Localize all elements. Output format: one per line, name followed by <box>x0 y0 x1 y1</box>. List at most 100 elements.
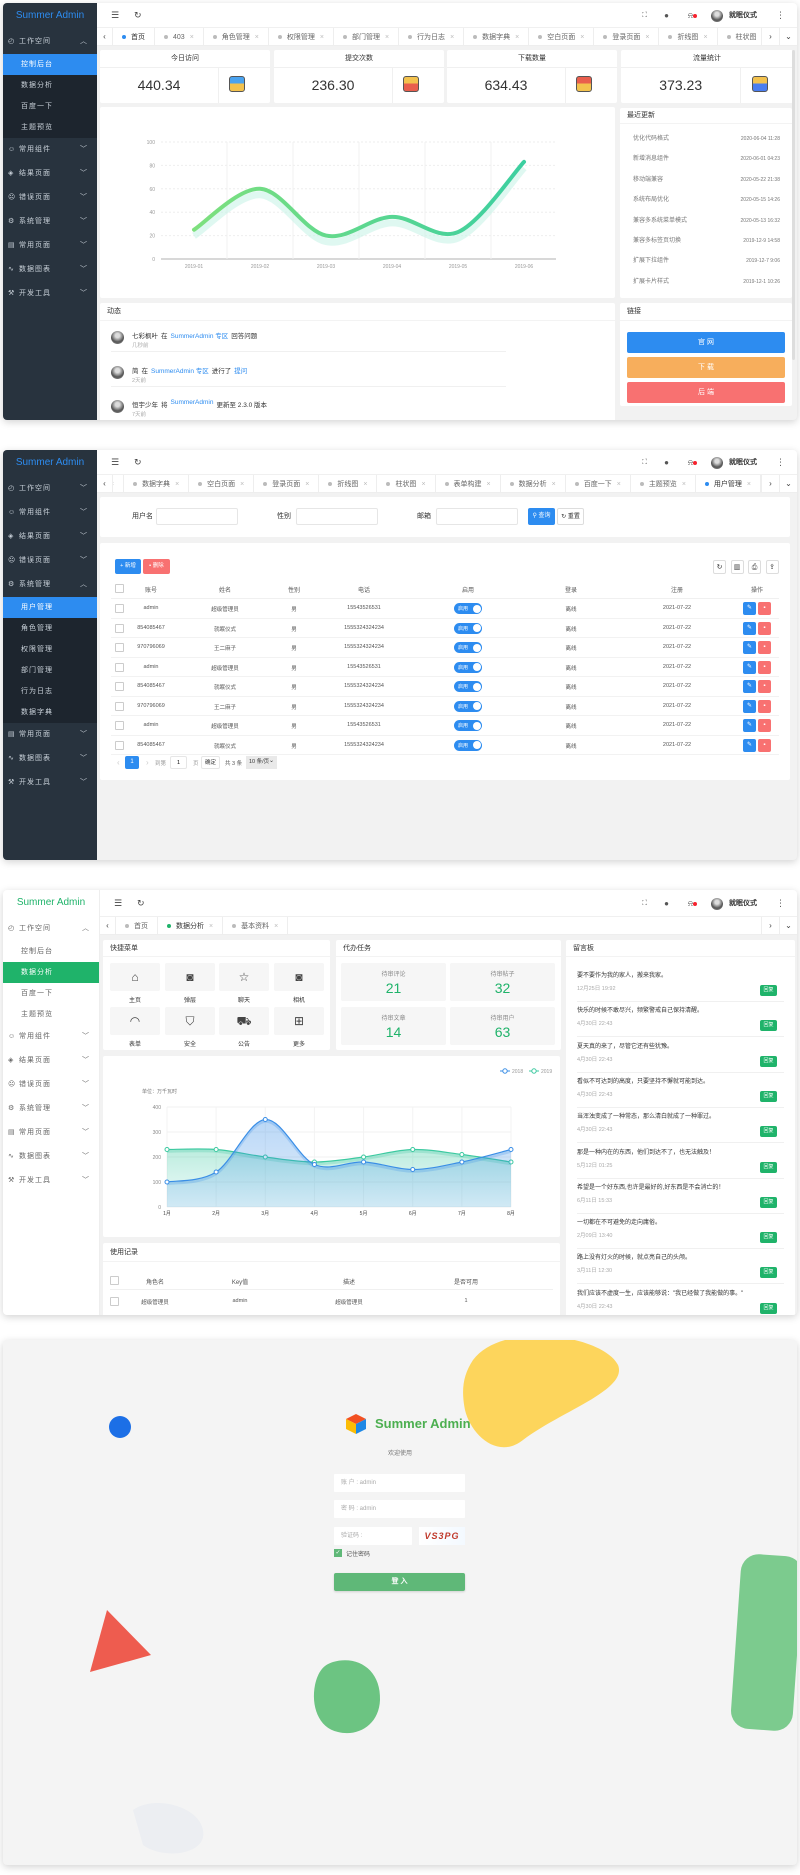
sidebar-menu-group[interactable]: ☺ 常用组件 ﹀ <box>3 1025 99 1049</box>
next-page-button[interactable]: › <box>146 758 149 767</box>
tab-item[interactable]: 数据字典 × <box>124 475 190 493</box>
sidebar-menu-group[interactable]: ☹ 错误页面 ﹀ <box>3 549 97 573</box>
search-input[interactable] <box>156 508 238 525</box>
sidebar-menu-group[interactable]: ☹ 错误页面 ﹀ <box>3 186 97 210</box>
sidebar-menu-item[interactable]: 主题预览 <box>3 1004 99 1025</box>
tab-item[interactable]: 登录页面 × <box>594 28 660 46</box>
edit-button[interactable]: ✎ <box>743 680 756 693</box>
tab-scroll-left-button[interactable]: ‹ <box>97 28 113 46</box>
sidebar-menu-group[interactable]: ⚙ 系统管理 ﹀ <box>3 1097 99 1121</box>
menu-fold-icon[interactable]: ☰ <box>114 890 122 917</box>
sidebar-menu-group[interactable]: ◴ 工作空间 ︿ <box>3 917 99 941</box>
reply-button[interactable]: 回复 <box>760 1196 777 1208</box>
row-checkbox[interactable] <box>110 1297 119 1306</box>
enabled-toggle[interactable]: 启用 <box>454 603 482 614</box>
tab-item[interactable]: 折线图 × <box>319 475 378 493</box>
tab-item[interactable]: 行为日志× <box>399 28 465 46</box>
tab-item[interactable]: 行为日志× <box>113 475 125 493</box>
close-icon[interactable]: × <box>209 923 213 930</box>
todo-item[interactable]: 待审帖子 32 <box>450 963 555 1001</box>
sidebar-menu-group[interactable]: ⚒ 开发工具 ﹀ <box>3 282 97 306</box>
edit-button[interactable]: ✎ <box>743 641 756 654</box>
sidebar-menu-group[interactable]: ☺ 常用组件 ﹀ <box>3 501 97 525</box>
fullscreen-icon[interactable]: ⛶ <box>642 890 647 917</box>
close-icon[interactable]: × <box>363 481 367 488</box>
tab-item[interactable]: 空白页面 × <box>189 475 255 493</box>
tab-dropdown-button[interactable]: ⌄ <box>779 917 797 935</box>
close-icon[interactable]: × <box>645 34 649 41</box>
update-item[interactable]: 新增消息组件 2020-06-01 04:23 <box>633 153 780 165</box>
enabled-toggle[interactable]: 启用 <box>454 622 482 634</box>
quick-menu-item[interactable]: ◙ 弹层 <box>165 963 215 1004</box>
select-all-checkbox[interactable] <box>110 1276 119 1285</box>
update-item[interactable]: 兼容多标签页切换 2019-12-9 14:58 <box>633 235 780 247</box>
link-button[interactable]: 官 网 <box>627 332 785 353</box>
update-item[interactable]: 移动端兼容 2020-05-22 21:38 <box>633 174 780 186</box>
tab-item[interactable]: 柱状图× <box>718 28 761 46</box>
sidebar-menu-item[interactable]: 数据字典 <box>3 702 97 723</box>
todo-item[interactable]: 待审评论 21 <box>341 963 446 1001</box>
quick-menu-item[interactable]: ◙ 相机 <box>274 963 324 1004</box>
delete-row-button[interactable]: ▪ <box>758 680 771 693</box>
sidebar-menu-item[interactable]: 控制后台 <box>3 941 99 962</box>
link-button[interactable]: 下 载 <box>627 357 785 378</box>
sidebar-menu-group[interactable]: ◴ 工作空间 ︿ <box>3 30 97 54</box>
goto-confirm-button[interactable]: 确定 <box>201 756 220 769</box>
sidebar-menu-item[interactable]: 控制后台 <box>3 54 97 75</box>
more-icon[interactable]: ⋮ <box>776 450 785 475</box>
tab-item[interactable]: 数据分析 × <box>501 475 566 493</box>
tab-item[interactable]: 首页 <box>116 917 158 935</box>
tab-scroll-left-button[interactable]: ‹ <box>100 917 116 935</box>
theme-icon[interactable]: ● <box>664 3 669 28</box>
edit-button[interactable]: ✎ <box>743 699 756 713</box>
refresh-icon[interactable]: ↻ <box>137 890 145 917</box>
sidebar-menu-group[interactable]: ☺ 常用组件 ﹀ <box>3 138 97 162</box>
sidebar-menu-group[interactable]: ∿ 数据图表 ﹀ <box>3 1145 99 1169</box>
enabled-toggle[interactable]: 启用 <box>454 700 482 712</box>
sidebar-menu-group[interactable]: ⚒ 开发工具 ﹀ <box>3 1169 99 1193</box>
close-icon[interactable]: × <box>175 481 179 488</box>
close-icon[interactable]: × <box>190 34 194 41</box>
query-button[interactable]: ⚲ 查询 <box>528 508 555 525</box>
theme-icon[interactable]: ● <box>664 450 669 475</box>
edit-button[interactable]: ✎ <box>743 660 756 674</box>
quick-menu-item[interactable]: ☆ 聊天 <box>219 963 269 1004</box>
fullscreen-icon[interactable]: ⛶ <box>642 3 647 28</box>
page-1-button[interactable]: 1 <box>125 756 139 769</box>
tab-item[interactable]: 折线图 × <box>659 28 718 46</box>
close-icon[interactable]: × <box>385 34 389 41</box>
sidebar-menu-group[interactable]: ◴ 工作空间 ﹀ <box>3 477 97 501</box>
todo-item[interactable]: 待审文章 14 <box>341 1007 446 1045</box>
tab-item[interactable]: 权限管理 × <box>269 28 334 46</box>
close-icon[interactable]: × <box>552 481 556 488</box>
edit-button[interactable]: ✎ <box>743 602 756 615</box>
close-icon[interactable]: × <box>274 923 278 930</box>
sidebar-menu-item[interactable]: 权限管理 <box>3 639 97 660</box>
sidebar-menu-group[interactable]: ◈ 结果页面 ﹀ <box>3 525 97 549</box>
sidebar-menu-item[interactable]: 主题预览 <box>3 117 97 138</box>
sidebar-menu-group[interactable]: ☹ 错误页面 ﹀ <box>3 1073 99 1097</box>
delete-row-button[interactable]: ▪ <box>758 719 771 732</box>
delete-row-button[interactable]: ▪ <box>758 699 771 713</box>
tab-item[interactable]: 403 × <box>155 28 204 46</box>
sidebar-menu-item[interactable]: 数据分析 <box>3 75 97 96</box>
delete-button[interactable]: ▪ 删除 <box>143 559 170 574</box>
fullscreen-icon[interactable]: ⛶ <box>642 450 647 475</box>
tab-dropdown-button[interactable]: ⌄ <box>779 28 797 46</box>
delete-row-button[interactable]: ▪ <box>758 641 771 654</box>
tab-active[interactable]: 首页 <box>113 28 155 46</box>
tab-scroll-left-button[interactable]: ‹ <box>97 475 113 493</box>
link-button[interactable]: 后 端 <box>627 382 785 403</box>
quick-menu-item[interactable]: ⌂ 主页 <box>110 963 160 1004</box>
username[interactable]: 就眠仪式 <box>729 890 757 917</box>
sidebar-menu-item[interactable]: 用户管理 <box>3 597 97 618</box>
tab-item[interactable]: 部门管理 × <box>334 28 400 46</box>
close-icon[interactable]: × <box>450 34 454 41</box>
sidebar-menu-item[interactable]: 行为日志 <box>3 681 97 702</box>
theme-icon[interactable]: ● <box>664 890 669 917</box>
reply-button[interactable]: 回复 <box>760 1302 777 1314</box>
enabled-toggle[interactable]: 启用 <box>454 642 482 653</box>
print-icon[interactable]: ⎙ <box>748 560 761 574</box>
close-icon[interactable]: × <box>320 34 324 41</box>
tab-item[interactable]: 基本资料 × <box>223 917 289 935</box>
